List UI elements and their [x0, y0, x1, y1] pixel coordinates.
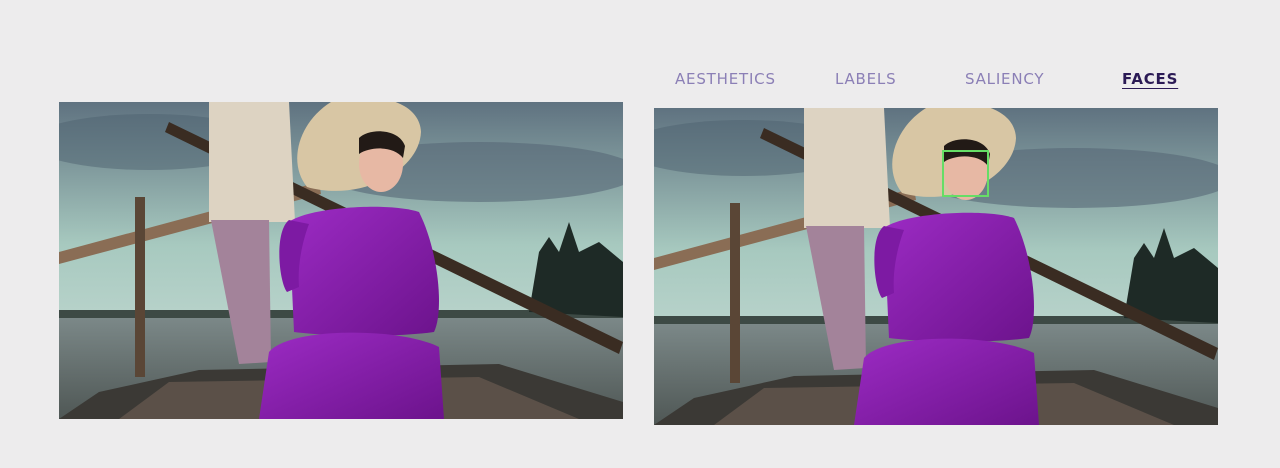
tab-labels[interactable]: LABELS: [835, 70, 896, 88]
faces-photo: [654, 108, 1218, 425]
tab-faces[interactable]: FACES: [1122, 70, 1178, 88]
analysis-tabs: AESTHETICS LABELS SALIENCY FACES: [654, 70, 1218, 94]
original-photo: [59, 102, 623, 419]
photo-illustration: [59, 102, 623, 419]
tab-aesthetics[interactable]: AESTHETICS: [675, 70, 776, 88]
tab-saliency[interactable]: SALIENCY: [965, 70, 1044, 88]
face-detection-box: [942, 150, 989, 197]
photo-illustration: [654, 108, 1218, 425]
